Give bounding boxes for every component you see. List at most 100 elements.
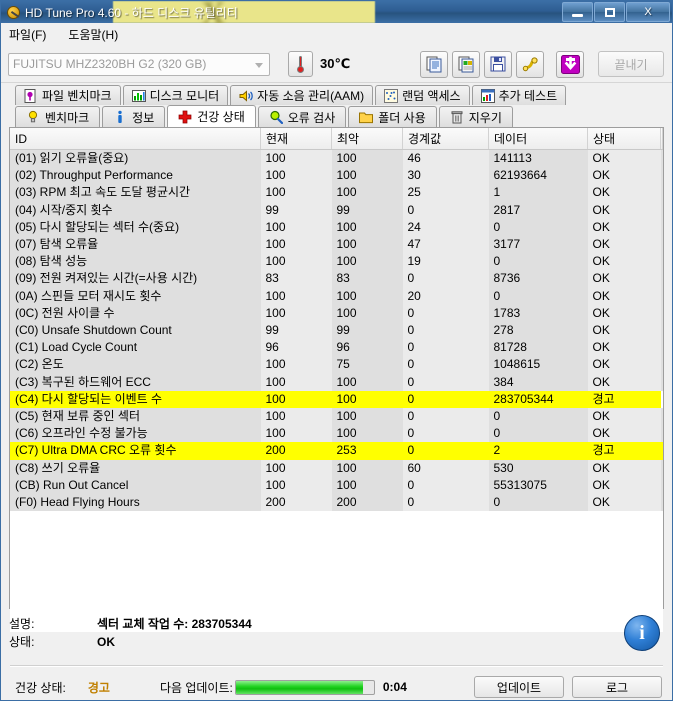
cell-worst: 100 — [331, 218, 403, 237]
cell-threshold: 25 — [402, 184, 489, 202]
temperature-value: 30℃ — [320, 56, 351, 71]
cell-status: OK — [587, 270, 661, 288]
cell-pad — [660, 201, 663, 219]
cell-empty — [660, 511, 663, 529]
tab-error-scan[interactable]: 오류 검사 — [257, 106, 347, 127]
table-row[interactable]: (C4) 다시 할당되는 이벤트 수 100 100 0 283705344 경고 — [10, 390, 663, 409]
update-button[interactable]: 업데이트 — [474, 676, 564, 698]
copy-button[interactable] — [420, 50, 448, 78]
table-row[interactable]: (C8) 쓰기 오류율 100 100 60 530 OK — [10, 459, 663, 477]
cell-empty — [660, 545, 663, 563]
folder-icon — [359, 112, 374, 124]
info-circle-icon[interactable]: i — [624, 615, 660, 651]
column-header-status[interactable]: 상태 — [587, 128, 661, 150]
cell-data: 0 — [488, 253, 588, 271]
column-header-id[interactable]: ID — [10, 128, 261, 150]
cell-id: (0C) 전원 사이클 수 — [10, 304, 261, 323]
tab-folder-usage[interactable]: 폴더 사용 — [348, 106, 437, 127]
table-row[interactable]: (C2) 온도 100 75 0 1048615 OK — [10, 356, 663, 374]
cell-id: (05) 다시 할당되는 섹터 수(중요) — [10, 218, 261, 237]
cell-current: 100 — [260, 167, 332, 185]
smart-table-panel: ID 현재 최악 경계값 데이터 상태 (01) 읽기 오류율(중요) 100 10… — [9, 127, 664, 632]
plug-icon[interactable] — [516, 50, 544, 78]
cell-worst: 99 — [331, 322, 403, 340]
column-header-threshold[interactable]: 경계값 — [402, 128, 489, 150]
cell-current: 100 — [260, 236, 332, 254]
minimize-button[interactable] — [562, 2, 593, 22]
table-row[interactable]: (0C) 전원 사이클 수 100 100 0 1783 OK — [10, 304, 663, 323]
cell-status: OK — [587, 356, 661, 374]
tab-info[interactable]: 정보 — [102, 106, 166, 127]
table-row[interactable]: (08) 탐색 성능 100 100 19 0 OK — [10, 253, 663, 271]
table-row[interactable]: (05) 다시 할당되는 섹터 수(중요) 100 100 24 0 OK — [10, 218, 663, 237]
table-row[interactable]: (C6) 오프라인 수정 불가능 100 100 0 0 OK — [10, 425, 663, 443]
cell-pad — [660, 459, 663, 477]
cell-pad — [660, 408, 663, 426]
table-row[interactable]: (C1) Load Cycle Count 96 96 0 81728 OK — [10, 339, 663, 357]
chevron-down-icon — [255, 62, 263, 68]
log-button[interactable]: 로그 — [572, 676, 662, 698]
status-bar: 건강 상태: 경고 다음 업데이트: 0:04 업데이트 로그 — [1, 673, 672, 701]
cell-threshold: 0 — [402, 270, 489, 288]
cell-current: 100 — [260, 253, 332, 271]
cell-status: OK — [587, 476, 661, 495]
tab-file-benchmark[interactable]: 파일 벤치마크 — [15, 85, 121, 105]
cell-pad — [660, 149, 663, 168]
table-row[interactable]: (04) 시작/중지 횟수 99 99 0 2817 OK — [10, 201, 663, 219]
random-access-icon — [384, 88, 399, 103]
tab-extra-test[interactable]: 추가 테스트 — [471, 85, 567, 105]
table-row[interactable]: (C0) Unsafe Shutdown Count 99 99 0 278 OK — [10, 322, 663, 340]
tab-benchmark[interactable]: 벤치마크 — [15, 106, 101, 127]
description-panel: 설명: 섹터 교체 작업 수: 283705344 상태: OK i — [9, 615, 664, 661]
cell-current: 100 — [260, 476, 332, 495]
column-header-data[interactable]: 데이터 — [488, 128, 588, 150]
cell-status: OK — [587, 253, 661, 271]
tab-disk-monitor[interactable]: 디스크 모니터 — [122, 85, 229, 105]
exit-button[interactable]: 끝내기 — [598, 51, 664, 77]
cell-status: OK — [587, 287, 661, 305]
tab-label: 벤치마크 — [45, 110, 90, 125]
table-row[interactable]: (07) 탐색 오류율 100 100 47 3177 OK — [10, 236, 663, 254]
cell-empty — [260, 545, 332, 563]
table-row[interactable]: (C3) 복구된 하드웨어 ECC 100 100 0 384 OK — [10, 373, 663, 391]
cell-empty — [660, 528, 663, 546]
table-row[interactable]: (01) 읽기 오류율(중요) 100 100 46 141113 OK — [10, 149, 663, 168]
cell-empty — [402, 545, 489, 563]
cell-threshold: 0 — [402, 304, 489, 323]
tab-health[interactable]: 건강 상태 — [167, 105, 256, 127]
table-row[interactable]: (C7) Ultra DMA CRC 오류 횟수 200 253 0 2 경고 — [10, 442, 663, 460]
maximize-button[interactable] — [594, 2, 625, 22]
cell-worst: 100 — [331, 287, 403, 305]
cell-data: 530 — [488, 459, 588, 477]
cell-current: 100 — [260, 356, 332, 374]
table-row[interactable]: (0A) 스핀들 모터 재시도 횟수 100 100 20 0 OK — [10, 287, 663, 305]
cell-threshold: 60 — [402, 459, 489, 477]
cell-id: (C7) Ultra DMA CRC 오류 횟수 — [10, 442, 261, 460]
cell-worst: 200 — [331, 494, 403, 512]
column-header-current[interactable]: 현재 — [260, 128, 332, 150]
tab-erase[interactable]: 지우기 — [438, 106, 513, 127]
cell-status: OK — [587, 149, 661, 168]
cell-empty — [402, 580, 489, 598]
table-row[interactable]: (CB) Run Out Cancel 100 100 0 55313075 OK — [10, 476, 663, 495]
cell-current: 100 — [260, 218, 332, 237]
menu-file[interactable]: 파일(F) — [9, 26, 46, 43]
table-row[interactable]: (02) Throughput Performance 100 100 30 62193… — [10, 167, 663, 185]
cell-empty — [260, 580, 332, 598]
table-row[interactable]: (09) 전원 켜져있는 시간(=사용 시간) 83 83 0 8736 OK — [10, 270, 663, 288]
table-row[interactable]: (C5) 현재 보류 중인 섹터 100 100 0 0 OK — [10, 408, 663, 426]
tab-aam[interactable]: 자동 소음 관리(AAM) — [230, 85, 374, 105]
table-row[interactable]: (03) RPM 최고 속도 도달 평균시간 100 100 25 1 OK — [10, 184, 663, 202]
thermometer-icon[interactable] — [288, 51, 313, 77]
download-button[interactable] — [556, 50, 584, 78]
close-button[interactable]: X — [626, 2, 670, 22]
tab-label: 정보 — [132, 110, 155, 125]
copy-image-button[interactable] — [452, 50, 480, 78]
menu-help[interactable]: 도움말(H) — [68, 26, 118, 43]
tab-random-access[interactable]: 랜덤 액세스 — [375, 85, 470, 105]
save-button[interactable] — [484, 50, 512, 78]
column-header-worst[interactable]: 최악 — [331, 128, 403, 150]
toolbar: FUJITSU MHZ2320BH G2 (320 GB) 30℃ 끝내기 — [1, 46, 672, 83]
table-row[interactable]: (F0) Head Flying Hours 200 200 0 0 OK — [10, 494, 663, 512]
drive-selector[interactable]: FUJITSU MHZ2320BH G2 (320 GB) — [8, 52, 270, 76]
